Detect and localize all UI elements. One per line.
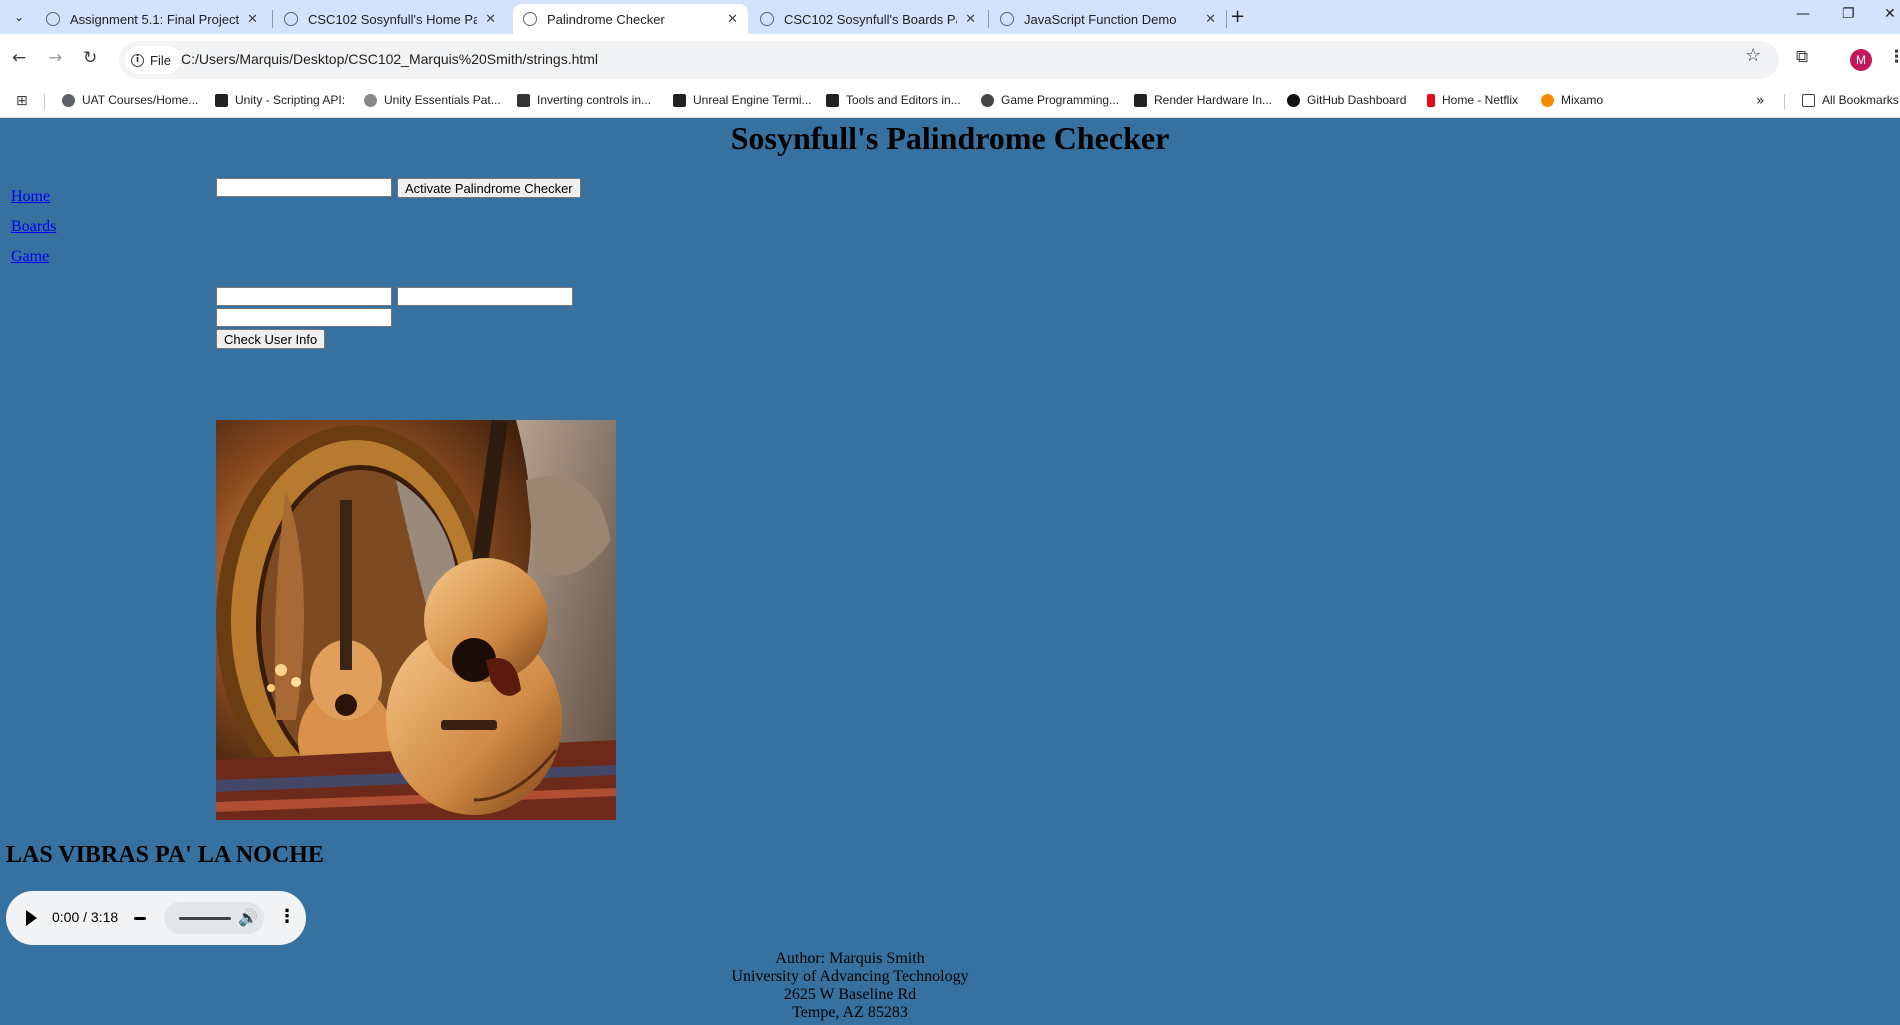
puzzle-icon[interactable]: ⧉ xyxy=(1796,47,1808,67)
footer: Author: Marquis Smith University of Adva… xyxy=(0,950,1700,1022)
user-info-field-2[interactable] xyxy=(397,287,573,306)
nav-link-game[interactable]: Game xyxy=(11,248,56,266)
tab-js-demo[interactable]: JavaScript Function Demo ✕ xyxy=(990,4,1226,34)
info-icon: i xyxy=(131,53,144,67)
volume-icon[interactable]: 🔊 xyxy=(238,908,258,927)
close-icon[interactable]: ✕ xyxy=(1205,12,1216,27)
nav-link-boards[interactable]: Boards xyxy=(11,218,56,236)
close-icon[interactable]: ✕ xyxy=(965,12,976,27)
bookmark-unreal-terminal[interactable]: Unreal Engine Termi... xyxy=(673,93,812,107)
bookmark-tools-editors[interactable]: Tools and Editors in... xyxy=(826,93,961,107)
unity-icon xyxy=(215,93,228,107)
tab-bar: ⌄ Assignment 5.1: Final Project: W ✕ CSC… xyxy=(0,0,1900,34)
bulb-icon xyxy=(981,93,994,107)
kebab-menu-icon[interactable]: ⋮ xyxy=(1888,47,1900,67)
plus-icon[interactable]: + xyxy=(1230,6,1245,27)
tab-separator xyxy=(988,10,989,28)
guitar-mirror-image xyxy=(216,420,616,820)
user-info-field-3[interactable] xyxy=(216,308,392,327)
tab-boards-page[interactable]: CSC102 Sosynfull's Boards Page ✕ xyxy=(750,4,986,34)
activate-palindrome-button[interactable]: Activate Palindrome Checker xyxy=(397,178,581,198)
apps-grid-icon[interactable]: ⊞ xyxy=(16,93,28,109)
globe-icon xyxy=(46,12,60,26)
page-content: Sosynfull's Palindrome Checker Home Boar… xyxy=(0,118,1900,1025)
netflix-icon xyxy=(1427,93,1435,107)
close-icon[interactable]: ✕ xyxy=(727,12,738,27)
close-window-icon[interactable]: ✕ xyxy=(1884,6,1896,22)
bookmark-inverting-controls[interactable]: Inverting controls in... xyxy=(517,93,651,107)
bookmark-game-programming[interactable]: Game Programming... xyxy=(981,93,1119,107)
uat-icon xyxy=(62,93,75,107)
reload-icon[interactable]: ↻ xyxy=(83,48,97,68)
tab-home-page[interactable]: CSC102 Sosynfull's Home Page ✕ xyxy=(274,4,506,34)
bookmark-separator xyxy=(44,94,45,110)
nav-link-home[interactable]: Home xyxy=(11,188,56,206)
bookmark-mixamo[interactable]: Mixamo xyxy=(1541,93,1603,107)
bookmark-separator xyxy=(1784,94,1785,110)
close-icon[interactable]: ✕ xyxy=(485,12,496,27)
epic-icon xyxy=(673,93,686,107)
star-icon[interactable]: ☆ xyxy=(1745,45,1761,66)
globe-icon xyxy=(1000,12,1014,26)
close-icon[interactable]: ✕ xyxy=(247,12,258,27)
footer-street: 2625 W Baseline Rd xyxy=(783,986,917,1003)
check-user-info-button[interactable]: Check User Info xyxy=(216,329,326,349)
bookmark-unity-essentials[interactable]: Unity Essentials Pat... xyxy=(364,93,501,107)
mixamo-icon xyxy=(1541,93,1554,107)
palindrome-input[interactable] xyxy=(216,178,392,197)
back-arrow-icon[interactable]: ← xyxy=(12,48,26,68)
bookmark-render-hardware[interactable]: Render Hardware In... xyxy=(1134,93,1272,107)
address-bar[interactable]: i File C:/Users/Marquis/Desktop/CSC102_M… xyxy=(119,41,1779,79)
epic-icon xyxy=(1134,93,1147,107)
volume-slider[interactable] xyxy=(179,917,231,920)
chevron-double-right-icon[interactable]: » xyxy=(1756,93,1765,109)
restore-icon[interactable]: ❐ xyxy=(1842,6,1855,22)
audio-player[interactable]: 0:00 / 3:18 🔊 ⋮ xyxy=(6,891,306,945)
epic-icon xyxy=(826,93,839,107)
chevron-down-icon[interactable]: ⌄ xyxy=(8,6,30,28)
footer-city: Tempe, AZ 85283 xyxy=(792,1004,908,1021)
doc-icon xyxy=(517,93,530,107)
page-title: Sosynfull's Palindrome Checker xyxy=(730,120,1170,156)
github-icon xyxy=(1287,93,1300,107)
globe-icon xyxy=(284,12,298,26)
unity-learn-icon xyxy=(364,93,377,107)
forward-arrow-icon[interactable]: → xyxy=(48,48,62,68)
guitar-illustration xyxy=(216,420,616,820)
tab-palindrome-checker[interactable]: Palindrome Checker ✕ xyxy=(513,4,748,34)
audio-time: 0:00 / 3:18 xyxy=(52,909,119,925)
kebab-menu-icon[interactable]: ⋮ xyxy=(278,906,296,928)
site-info-chip[interactable]: i File xyxy=(125,46,181,74)
volume-control[interactable]: 🔊 xyxy=(164,902,264,934)
url-text[interactable]: C:/Users/Marquis/Desktop/CSC102_Marquis%… xyxy=(181,51,598,67)
browser-toolbar: ← → ↻ i File C:/Users/Marquis/Desktop/CS… xyxy=(0,34,1900,86)
avatar[interactable]: M xyxy=(1850,49,1872,71)
folder-icon xyxy=(1802,93,1815,107)
globe-icon xyxy=(523,12,537,26)
globe-icon xyxy=(760,12,774,26)
tab-separator xyxy=(1226,10,1227,28)
play-icon[interactable] xyxy=(26,910,37,926)
side-nav: Home Boards Game xyxy=(11,188,56,278)
bookmark-github[interactable]: GitHub Dashboard xyxy=(1287,93,1406,107)
user-info-field-1[interactable] xyxy=(216,287,392,306)
bookmark-uat[interactable]: UAT Courses/Home... xyxy=(62,93,198,107)
footer-school: University of Advancing Technology xyxy=(731,968,969,985)
bookmark-unity-scripting[interactable]: Unity - Scripting API: xyxy=(215,93,345,107)
song-title: LAS VIBRAS PA' LA NOCHE xyxy=(6,842,324,868)
progress-indicator[interactable] xyxy=(134,917,146,920)
footer-author: Author: Marquis Smith xyxy=(775,950,925,967)
bookmark-netflix[interactable]: Home - Netflix xyxy=(1427,93,1518,107)
all-bookmarks[interactable]: All Bookmarks xyxy=(1802,93,1899,107)
tab-assignment[interactable]: Assignment 5.1: Final Project: W ✕ xyxy=(36,4,268,34)
minimize-icon[interactable]: — xyxy=(1796,6,1810,22)
bookmarks-bar: ⊞ UAT Courses/Home... Unity - Scripting … xyxy=(0,86,1900,118)
site-chip-label: File xyxy=(150,52,171,68)
tab-separator xyxy=(272,10,273,28)
